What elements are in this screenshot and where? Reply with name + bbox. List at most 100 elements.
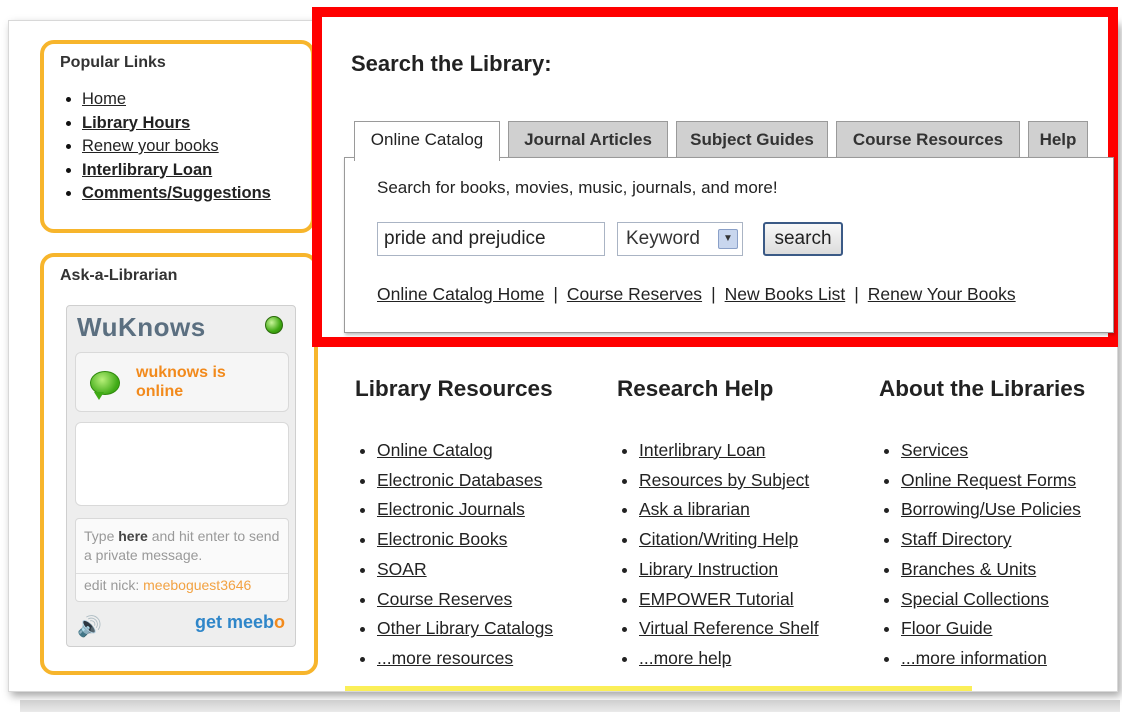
resource-link[interactable]: Electronic Databases [377,470,542,490]
about-libraries-list: Services Online Request Forms Borrowing/… [879,436,1085,674]
list-item: Other Library Catalogs [377,614,553,644]
popular-links-box: Popular Links Home Library Hours Renew y… [40,40,315,233]
list-item: Virtual Reference Shelf [639,614,819,644]
library-resources-list: Online Catalog Electronic Databases Elec… [355,436,553,674]
hint-bold: here [118,528,148,544]
chat-message-input[interactable]: Type here and hit enter to send a privat… [75,518,289,602]
list-item: Services [901,436,1085,466]
get-meebo-link[interactable]: get meebo [195,612,285,633]
about-link[interactable]: Staff Directory [901,529,1012,549]
about-libraries-column: About the Libraries Services Online Requ… [879,376,1085,674]
search-description: Search for books, movies, music, journal… [377,178,778,197]
about-link[interactable]: ...more information [901,648,1047,668]
tab-help[interactable]: Help [1028,121,1088,157]
resource-link[interactable]: Other Library Catalogs [377,618,553,638]
hint-prefix: Type [84,528,119,544]
link-separator: | [553,284,558,304]
about-link[interactable]: Branches & Units [901,559,1036,579]
resource-link[interactable]: Online Catalog [377,440,493,460]
link-online-catalog-home[interactable]: Online Catalog Home [377,284,544,304]
research-link[interactable]: Resources by Subject [639,470,809,490]
about-link[interactable]: Special Collections [901,589,1049,609]
tab-online-catalog[interactable]: Online Catalog [354,121,500,161]
research-link[interactable]: Interlibrary Loan [639,440,765,460]
chat-message-hint: Type here and hit enter to send a privat… [84,527,282,565]
library-resources-column: Library Resources Online Catalog Electro… [355,376,553,674]
search-panel: Search the Library: Online Catalog Journ… [312,7,1118,347]
chat-widget: WuKnows wuknows is online Type here and … [66,305,296,647]
get-meebo-o: o [274,612,285,632]
list-item: Electronic Books [377,525,553,555]
list-item: Electronic Databases [377,466,553,496]
about-link[interactable]: Online Request Forms [901,470,1076,490]
list-item: SOAR [377,555,553,585]
research-link[interactable]: Virtual Reference Shelf [639,618,819,638]
search-button[interactable]: search [763,222,843,256]
about-link[interactable]: Floor Guide [901,618,992,638]
link-course-reserves[interactable]: Course Reserves [567,284,702,304]
tab-course-resources[interactable]: Course Resources [836,121,1020,157]
popular-links-title: Popular Links [60,54,166,71]
chat-status-text: wuknows is online [136,364,226,400]
dropdown-arrow-icon[interactable]: ▼ [718,229,738,249]
link-separator: | [854,284,859,304]
list-item: Course Reserves [377,585,553,615]
yellow-divider [345,686,972,691]
edit-nick[interactable]: edit nick: meeboguest3646 [84,577,251,593]
list-item: Special Collections [901,585,1085,615]
link-separator: | [711,284,716,304]
chat-widget-title: WuKnows [77,312,206,342]
list-item: Citation/Writing Help [639,525,819,555]
search-field-value: Keyword [626,228,700,249]
search-input[interactable] [377,222,605,256]
popular-link-home[interactable]: Home [82,90,126,108]
popular-link-renew-books[interactable]: Renew your books [82,137,219,155]
resource-link[interactable]: Course Reserves [377,589,512,609]
list-item: Interlibrary Loan [82,159,295,183]
nick-value[interactable]: meeboguest3646 [143,577,251,593]
link-new-books-list[interactable]: New Books List [725,284,846,304]
list-item: Floor Guide [901,614,1085,644]
resource-link[interactable]: ...more resources [377,648,513,668]
library-resources-heading: Library Resources [355,376,553,401]
resource-link[interactable]: Electronic Journals [377,499,525,519]
chat-history-area [75,422,289,506]
tab-subject-guides[interactable]: Subject Guides [676,121,828,157]
research-help-heading: Research Help [617,376,774,401]
catalog-quick-links: Online Catalog Home | Course Reserves | New … [377,284,1016,305]
get-meebo-text: get meeb [194,612,274,632]
list-item: Electronic Journals [377,495,553,525]
list-item: ...more information [901,644,1085,674]
about-libraries-heading: About the Libraries [879,376,1086,401]
list-item: ...more resources [377,644,553,674]
resource-link[interactable]: SOAR [377,559,427,579]
speaker-icon[interactable]: 🔊 [77,614,102,639]
popular-link-library-hours[interactable]: Library Hours [82,114,190,132]
research-link[interactable]: Library Instruction [639,559,778,579]
research-link[interactable]: Ask a librarian [639,499,750,519]
list-item: Borrowing/Use Policies [901,495,1085,525]
research-link[interactable]: EMPOWER Tutorial [639,589,794,609]
popular-link-interlibrary-loan[interactable]: Interlibrary Loan [82,161,212,179]
research-link[interactable]: Citation/Writing Help [639,529,798,549]
list-item: Library Hours [82,112,295,136]
list-item: Comments/Suggestions [82,182,295,206]
popular-link-comments[interactable]: Comments/Suggestions [82,184,271,202]
list-item: EMPOWER Tutorial [639,585,819,615]
research-link[interactable]: ...more help [639,648,731,668]
list-item: Home [82,88,295,112]
list-item: ...more help [639,644,819,674]
tab-journal-articles[interactable]: Journal Articles [508,121,668,157]
link-renew-your-books[interactable]: Renew Your Books [868,284,1016,304]
search-field-select[interactable]: Keyword ▼ [617,222,743,256]
resource-link[interactable]: Electronic Books [377,529,507,549]
about-link[interactable]: Services [901,440,968,460]
list-item: Interlibrary Loan [639,436,819,466]
ask-librarian-title: Ask-a-Librarian [60,267,178,284]
list-item: Ask a librarian [639,495,819,525]
research-help-column: Research Help Interlibrary Loan Resource… [617,376,819,674]
list-item: Online Catalog [377,436,553,466]
chat-status-box: wuknows is online [75,352,289,412]
page-shadow [20,700,1120,712]
about-link[interactable]: Borrowing/Use Policies [901,499,1081,519]
